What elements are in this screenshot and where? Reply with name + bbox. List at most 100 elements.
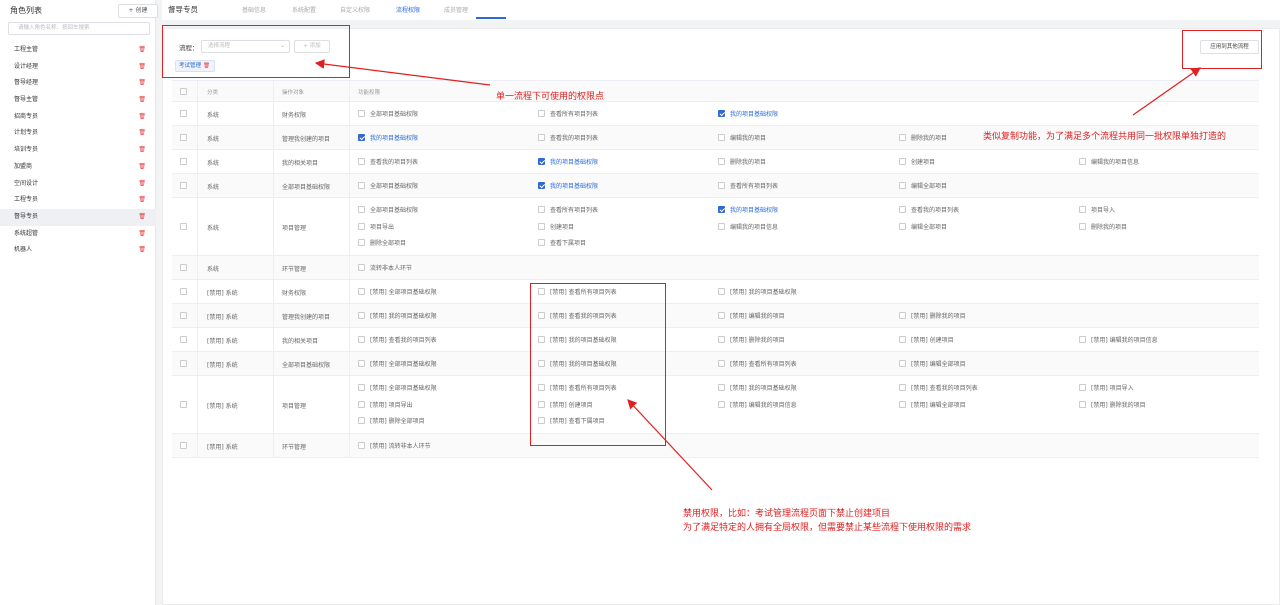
permission-checkbox[interactable]: [禁用] 创建项目 bbox=[538, 400, 593, 410]
permission-checkbox[interactable]: 删除我的项目 bbox=[899, 134, 947, 143]
permission-checkbox[interactable]: 我的项目基础权限 bbox=[718, 206, 778, 215]
trash-icon[interactable]: 🗑 bbox=[138, 125, 146, 142]
permission-checkbox[interactable]: 编辑我的项目信息 bbox=[1079, 158, 1139, 167]
permission-checkbox[interactable]: 编辑全部项目 bbox=[899, 182, 947, 191]
permission-checkbox[interactable]: 编辑全部项目 bbox=[899, 222, 947, 232]
role-item[interactable]: 加盟商 🗑 bbox=[0, 159, 156, 176]
permission-checkbox[interactable]: 查看我的项目列表 bbox=[899, 206, 959, 215]
permission-checkbox[interactable]: [禁用] 我的项目基础权限 bbox=[538, 336, 617, 345]
permission-checkbox[interactable]: 编辑我的项目信息 bbox=[718, 222, 778, 232]
permission-checkbox[interactable]: 我的项目基础权限 bbox=[358, 134, 418, 143]
permission-checkbox[interactable]: [禁用] 查看我的项目列表 bbox=[358, 336, 437, 345]
role-item[interactable]: 机器人 🗑 bbox=[0, 242, 156, 259]
row-checkbox[interactable] bbox=[180, 264, 187, 271]
permission-checkbox[interactable]: [禁用] 查看所有项目列表 bbox=[538, 288, 617, 297]
permission-checkbox[interactable]: 我的项目基础权限 bbox=[718, 110, 778, 119]
row-checkbox[interactable] bbox=[180, 134, 187, 141]
permission-checkbox[interactable]: [禁用] 编辑全部项目 bbox=[899, 360, 966, 369]
permission-checkbox[interactable]: 查看下属项目 bbox=[538, 239, 586, 248]
permission-checkbox[interactable]: 编辑我的项目 bbox=[718, 134, 766, 143]
permission-checkbox[interactable]: 创建项目 bbox=[538, 222, 574, 232]
role-item[interactable]: 培训专员 🗑 bbox=[0, 142, 156, 159]
permission-checkbox[interactable]: 查看所有项目列表 bbox=[538, 206, 598, 215]
permission-checkbox[interactable]: [禁用] 全部项目基础权限 bbox=[358, 288, 437, 297]
permission-checkbox[interactable]: [禁用] 我的项目基础权限 bbox=[718, 288, 797, 297]
permission-checkbox[interactable]: [禁用] 查看下属项目 bbox=[538, 417, 605, 426]
permission-checkbox[interactable]: 创建项目 bbox=[899, 158, 935, 167]
trash-icon[interactable]: 🗑 bbox=[138, 42, 146, 59]
permission-checkbox[interactable]: [禁用] 删除我的项目 bbox=[899, 312, 966, 321]
trash-icon[interactable]: 🗑 bbox=[138, 226, 146, 243]
role-item[interactable]: 计划专员 🗑 bbox=[0, 125, 156, 142]
permission-checkbox[interactable]: [禁用] 我的项目基础权限 bbox=[358, 312, 437, 321]
row-checkbox[interactable] bbox=[180, 312, 187, 319]
permission-checkbox[interactable]: 全部项目基础权限 bbox=[358, 206, 418, 215]
permission-checkbox[interactable]: 删除全部项目 bbox=[358, 239, 406, 248]
trash-icon[interactable]: 🗑 bbox=[138, 75, 146, 92]
permission-checkbox[interactable]: 项目导入 bbox=[1079, 206, 1115, 215]
permission-checkbox[interactable]: 我的项目基础权限 bbox=[538, 182, 598, 191]
role-item[interactable]: 督导经理 🗑 bbox=[0, 75, 156, 92]
permission-checkbox[interactable]: 查看我的项目列表 bbox=[538, 134, 598, 143]
permission-checkbox[interactable]: [禁用] 查看我的项目列表 bbox=[538, 312, 617, 321]
trash-icon[interactable]: 🗑 bbox=[138, 176, 146, 193]
row-checkbox[interactable] bbox=[180, 360, 187, 367]
permission-checkbox[interactable]: [禁用] 编辑我的项目信息 bbox=[1079, 336, 1158, 345]
row-checkbox[interactable] bbox=[180, 223, 187, 230]
permission-checkbox[interactable]: [禁用] 删除我的项目 bbox=[718, 336, 785, 345]
permission-checkbox[interactable]: [禁用] 删除全部项目 bbox=[358, 417, 425, 426]
trash-icon[interactable]: 🗑 bbox=[138, 59, 146, 76]
trash-icon[interactable]: 🗑 bbox=[138, 242, 146, 259]
select-all-checkbox[interactable] bbox=[180, 88, 187, 95]
role-item[interactable]: 工程主管 🗑 bbox=[0, 42, 156, 59]
row-checkbox[interactable] bbox=[180, 401, 187, 408]
permission-checkbox[interactable]: 全部项目基础权限 bbox=[358, 110, 418, 119]
trash-icon[interactable]: 🗑 bbox=[138, 109, 146, 126]
permission-checkbox[interactable]: [禁用] 编辑我的项目信息 bbox=[718, 400, 797, 410]
permission-checkbox[interactable]: [禁用] 全部项目基础权限 bbox=[358, 360, 437, 369]
row-checkbox[interactable] bbox=[180, 336, 187, 343]
permission-checkbox[interactable]: 查看我的项目列表 bbox=[358, 158, 418, 167]
role-item[interactable]: 系统超管 🗑 bbox=[0, 226, 156, 243]
permission-checkbox[interactable]: 流转非本人环节 bbox=[358, 264, 412, 273]
permission-checkbox[interactable]: [禁用] 查看所有项目列表 bbox=[538, 384, 617, 393]
permission-checkbox[interactable]: [禁用] 项目导入 bbox=[1079, 384, 1134, 393]
role-item[interactable]: 招商专员 🗑 bbox=[0, 109, 156, 126]
row-checkbox[interactable] bbox=[180, 158, 187, 165]
tab-item[interactable]: 自定义权限 bbox=[340, 5, 370, 14]
create-role-button[interactable]: + 创建 bbox=[118, 4, 158, 18]
trash-icon[interactable]: 🗑 bbox=[138, 142, 146, 159]
trash-icon[interactable]: 🗑 bbox=[138, 192, 146, 209]
row-checkbox[interactable] bbox=[180, 182, 187, 189]
permission-checkbox[interactable]: 项目导出 bbox=[358, 222, 394, 232]
permission-checkbox[interactable]: [禁用] 查看所有项目列表 bbox=[718, 360, 797, 369]
permission-checkbox[interactable]: 删除我的项目 bbox=[1079, 222, 1127, 232]
flow-chip[interactable]: 考试管理 🗑 bbox=[175, 60, 215, 72]
permission-checkbox[interactable]: [禁用] 全部项目基础权限 bbox=[358, 384, 437, 393]
role-item[interactable]: 工程专员 🗑 bbox=[0, 192, 156, 209]
role-item[interactable]: 督导主管 🗑 bbox=[0, 92, 156, 109]
tab-item[interactable]: 基础信息 bbox=[242, 5, 266, 14]
row-checkbox[interactable] bbox=[180, 110, 187, 117]
tab-item[interactable]: 成员管理 bbox=[444, 5, 468, 14]
permission-checkbox[interactable]: 删除我的项目 bbox=[718, 158, 766, 167]
permission-checkbox[interactable]: [禁用] 创建项目 bbox=[899, 336, 954, 345]
permission-checkbox[interactable]: [禁用] 项目导出 bbox=[358, 400, 413, 410]
tab-item[interactable]: 系统配置 bbox=[292, 5, 316, 14]
role-search-input[interactable]: 请输入角色名称、按回车搜索 bbox=[8, 22, 150, 35]
permission-checkbox[interactable]: [禁用] 我的项目基础权限 bbox=[538, 360, 617, 369]
trash-icon[interactable]: 🗑 bbox=[138, 209, 146, 226]
trash-icon[interactable]: 🗑 bbox=[138, 92, 146, 109]
role-item[interactable]: 设计经理 🗑 bbox=[0, 59, 156, 76]
permission-checkbox[interactable]: [禁用] 流转非本人环节 bbox=[358, 442, 431, 451]
permission-checkbox[interactable]: 查看所有项目列表 bbox=[538, 110, 598, 119]
apply-to-other-flows-button[interactable]: 应用到其他流程 bbox=[1200, 40, 1259, 54]
role-item[interactable]: 空间设计 🗑 bbox=[0, 176, 156, 193]
trash-icon[interactable]: 🗑 bbox=[138, 159, 146, 176]
add-flow-button[interactable]: + 添加 bbox=[294, 40, 330, 53]
permission-checkbox[interactable]: [禁用] 我的项目基础权限 bbox=[718, 384, 797, 393]
permission-checkbox[interactable]: [禁用] 查看我的项目列表 bbox=[899, 384, 978, 393]
row-checkbox[interactable] bbox=[180, 288, 187, 295]
permission-checkbox[interactable]: 查看所有项目列表 bbox=[718, 182, 778, 191]
permission-checkbox[interactable]: 全部项目基础权限 bbox=[358, 182, 418, 191]
